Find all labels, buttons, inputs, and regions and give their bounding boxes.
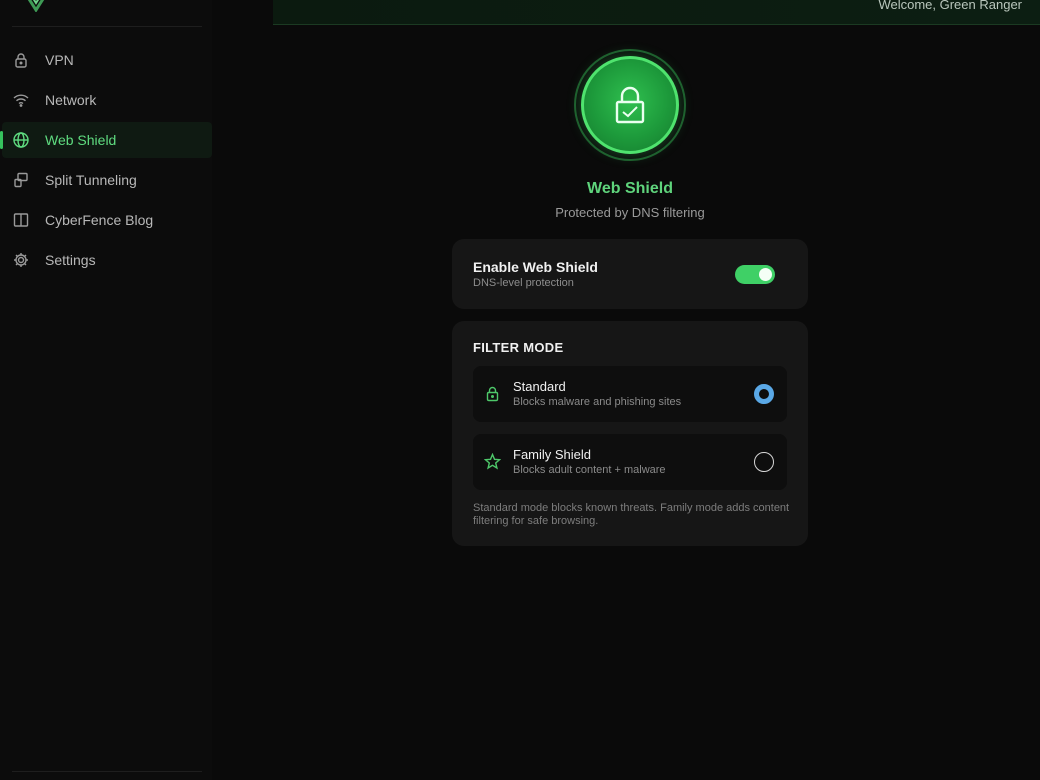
top-bar: Welcome, Green Ranger	[273, 0, 1040, 25]
toggle-title: Enable Web Shield	[473, 259, 598, 275]
filter-option-family-shield[interactable]: Family Shield Blocks adult content + mal…	[473, 434, 787, 490]
shield-status-circle	[581, 56, 679, 154]
lock-icon	[484, 385, 501, 402]
option-description: Blocks adult content + malware	[513, 464, 666, 476]
filter-mode-note: Standard mode blocks known threats. Fami…	[473, 502, 790, 527]
sidebar: VPN Network Web Shield Split Tunneling C…	[0, 0, 212, 780]
option-name: Standard	[513, 379, 566, 394]
sidebar-divider	[12, 26, 202, 27]
sidebar-nav: VPN Network Web Shield Split Tunneling C…	[0, 42, 212, 282]
enable-web-shield-card: Enable Web Shield DNS-level protection	[452, 239, 808, 309]
welcome-text: Welcome, Green Ranger	[878, 0, 1022, 12]
sidebar-item-vpn[interactable]: VPN	[0, 42, 212, 78]
lock-icon	[615, 86, 645, 124]
gear-icon	[12, 251, 30, 269]
family-shield-radio[interactable]	[754, 452, 774, 472]
standard-radio[interactable]	[754, 384, 774, 404]
sidebar-item-label: Network	[45, 92, 97, 108]
page-subtitle: Protected by DNS filtering	[555, 205, 705, 220]
sidebar-item-label: VPN	[45, 52, 74, 68]
filter-option-standard[interactable]: Standard Blocks malware and phishing sit…	[473, 366, 787, 422]
filter-mode-heading: FILTER MODE	[473, 340, 564, 355]
star-icon	[483, 452, 502, 470]
wifi-icon	[12, 91, 30, 109]
sidebar-item-label: Web Shield	[45, 132, 117, 148]
page-title: Web Shield	[587, 180, 673, 197]
sidebar-item-label: Settings	[45, 252, 96, 268]
sidebar-item-network[interactable]: Network	[0, 82, 212, 118]
option-description: Blocks malware and phishing sites	[513, 396, 682, 408]
sidebar-divider	[12, 771, 202, 772]
web-shield-toggle[interactable]	[735, 265, 775, 284]
sidebar-item-settings[interactable]: Settings	[0, 242, 212, 278]
sidebar-item-web-shield[interactable]: Web Shield	[0, 122, 212, 158]
filter-mode-card: FILTER MODE Standard Blocks malware and …	[452, 321, 808, 546]
toggle-subtitle: DNS-level protection	[473, 277, 574, 289]
lock-icon	[12, 51, 30, 69]
toggle-knob	[759, 268, 772, 281]
option-name: Family Shield	[513, 447, 592, 462]
globe-icon	[12, 131, 30, 149]
app-logo	[18, 0, 54, 13]
shield-status-badge	[574, 49, 686, 161]
